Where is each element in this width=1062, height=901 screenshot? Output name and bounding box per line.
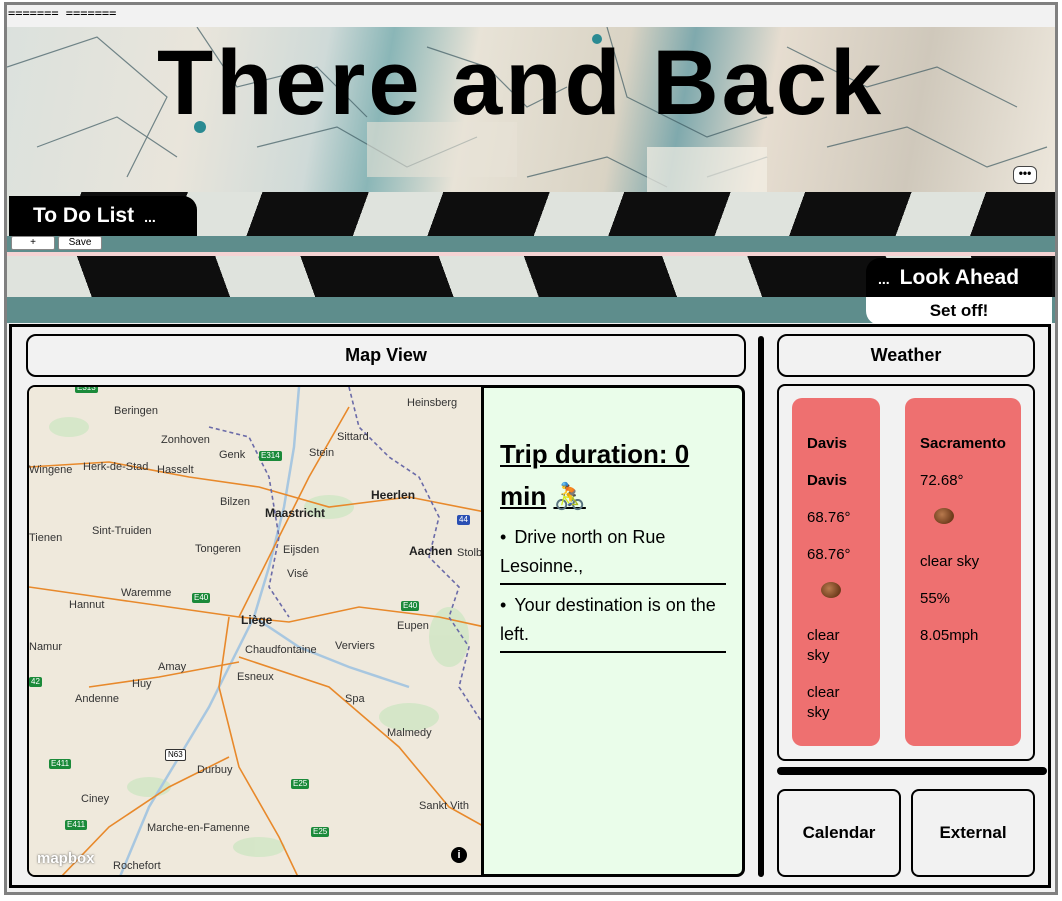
map-label: Liège (241, 613, 273, 627)
map-label: Eupen (397, 620, 429, 632)
map-label: Wingene (29, 464, 73, 476)
map-label: Rochefort (113, 860, 161, 872)
map-label: Namur (29, 641, 63, 653)
weather-temp: 68.76° (807, 509, 851, 526)
tab-todo-dots: ... (144, 209, 156, 225)
weather-humidity: 55% (920, 590, 951, 607)
map-label: Aachen (409, 544, 453, 558)
map-label: Heinsberg (407, 397, 458, 409)
map-label: Tongeren (195, 543, 241, 555)
road-shield: E40 (192, 593, 211, 603)
map-label: Tienen (29, 532, 63, 544)
weather-condition-icon (821, 582, 841, 598)
map-label: Bilzen (220, 496, 250, 508)
map[interactable]: Beringen Heinsberg Zonhoven Sittard Genk… (27, 385, 483, 877)
road-shield: E25 (311, 827, 330, 837)
map-label: Stein (309, 447, 335, 459)
weather-card-sacramento: Sacramento 72.68° clear sky 55% 8.05mph (905, 398, 1021, 746)
map-label: Waremme (121, 587, 172, 599)
road-shield: E314 (259, 451, 282, 461)
external-button[interactable]: External (911, 789, 1035, 877)
banner-more-button[interactable]: ••• (1013, 166, 1037, 184)
direction-step: • Drive north on Rue Lesoinne., (500, 523, 726, 585)
directions-panel: Trip duration: 0 min 🚴 • Drive north on R… (481, 385, 745, 877)
vertical-divider (758, 336, 764, 877)
map-label: Verviers (335, 640, 375, 652)
horizontal-divider (777, 767, 1047, 775)
weather-city: Sacramento (920, 435, 1006, 452)
set-off-button[interactable]: Set off! (866, 297, 1052, 325)
map-label: Durbuy (197, 764, 233, 776)
weather-city: Davis (807, 435, 848, 452)
tab-todo-list[interactable]: To Do List... (9, 196, 197, 236)
road-shield: 44 (457, 515, 470, 525)
weather-condition-icon (934, 508, 954, 524)
bicycle-icon: 🚴 (553, 481, 586, 511)
weather-condition: clear sky (807, 684, 840, 721)
add-todo-button[interactable]: + (11, 236, 55, 250)
map-label: Visé (287, 568, 309, 580)
road-shield: E40 (401, 601, 420, 611)
map-label: Ciney (81, 793, 110, 805)
trip-duration-line1: Trip duration: 0 (500, 439, 690, 469)
map-label: Eijsden (283, 544, 320, 556)
weather-city: Davis (807, 472, 848, 489)
map-label: Malmedy (387, 727, 432, 739)
map-label: Zonhoven (161, 434, 210, 446)
map-label: Hasselt (157, 464, 194, 476)
info-icon[interactable]: i (451, 847, 467, 863)
tab-look-dots: ... (878, 271, 890, 287)
trip-duration-line2: min (500, 481, 547, 511)
map-label: Huy (132, 678, 152, 690)
banner: There and Back ••• (7, 27, 1055, 192)
road-shield: E313 (75, 385, 98, 393)
bullet-icon: • (500, 527, 507, 547)
map-label: Genk (219, 449, 246, 461)
map-label: Esneux (237, 671, 274, 683)
map-label: Herk-de-Stad (83, 461, 149, 473)
weather-temp: 72.68° (920, 472, 964, 489)
trip-duration: Trip duration: 0 min 🚴 (500, 433, 710, 517)
mapbox-logo[interactable]: mapbox (37, 850, 95, 867)
road-shield: E411 (49, 759, 72, 769)
todo-teal-bar (7, 236, 1055, 253)
weather-header[interactable]: Weather (777, 334, 1035, 377)
dev-text: ======= ======= (8, 6, 117, 20)
direction-step-text: Your destination is on the left. (500, 595, 716, 644)
road-shield: N63 (165, 749, 186, 761)
road-shield: E411 (65, 820, 88, 830)
map-label: Maastricht (265, 506, 326, 520)
map-view-header[interactable]: Map View (26, 334, 746, 377)
weather-wind: 8.05mph (920, 627, 979, 644)
tab-look-ahead[interactable]: ... Look Ahead (866, 258, 1052, 298)
road-shield: E25 (291, 779, 310, 789)
save-button[interactable]: Save (58, 236, 102, 250)
map-label: Sittard (337, 431, 369, 443)
page-title: There and Back (157, 32, 885, 134)
road-shield: 42 (29, 677, 42, 687)
map-label: Hannut (69, 599, 105, 611)
map-label: Heerlen (371, 488, 416, 502)
map-label: Marche-en-Famenne (147, 822, 250, 834)
tab-todo-label: To Do List (33, 204, 135, 227)
calendar-button[interactable]: Calendar (777, 789, 901, 877)
weather-card-davis: Davis Davis 68.76° 68.76° clear sky clea… (792, 398, 880, 746)
tab-look-label: Look Ahead (899, 266, 1020, 289)
map-label: Amay (158, 661, 187, 673)
map-label: Beringen (114, 405, 159, 417)
mapbox-logo-label: mapbox (37, 850, 95, 867)
weather-temp: 68.76° (807, 546, 851, 563)
map-label: Spa (345, 693, 365, 705)
map-label: Sint-Truiden (92, 525, 152, 537)
map-label: Sankt Vith (419, 800, 469, 812)
map-label: Chaudfontaine (245, 644, 317, 656)
direction-step: • Your destination is on the left. (500, 591, 726, 653)
map-label: Andenne (75, 693, 120, 705)
direction-step-text: Drive north on Rue Lesoinne., (500, 527, 666, 576)
weather-condition: clear sky (920, 553, 980, 570)
weather-condition: clear sky (807, 627, 840, 664)
map-label: Stolb (457, 547, 483, 559)
bullet-icon: • (500, 595, 507, 615)
